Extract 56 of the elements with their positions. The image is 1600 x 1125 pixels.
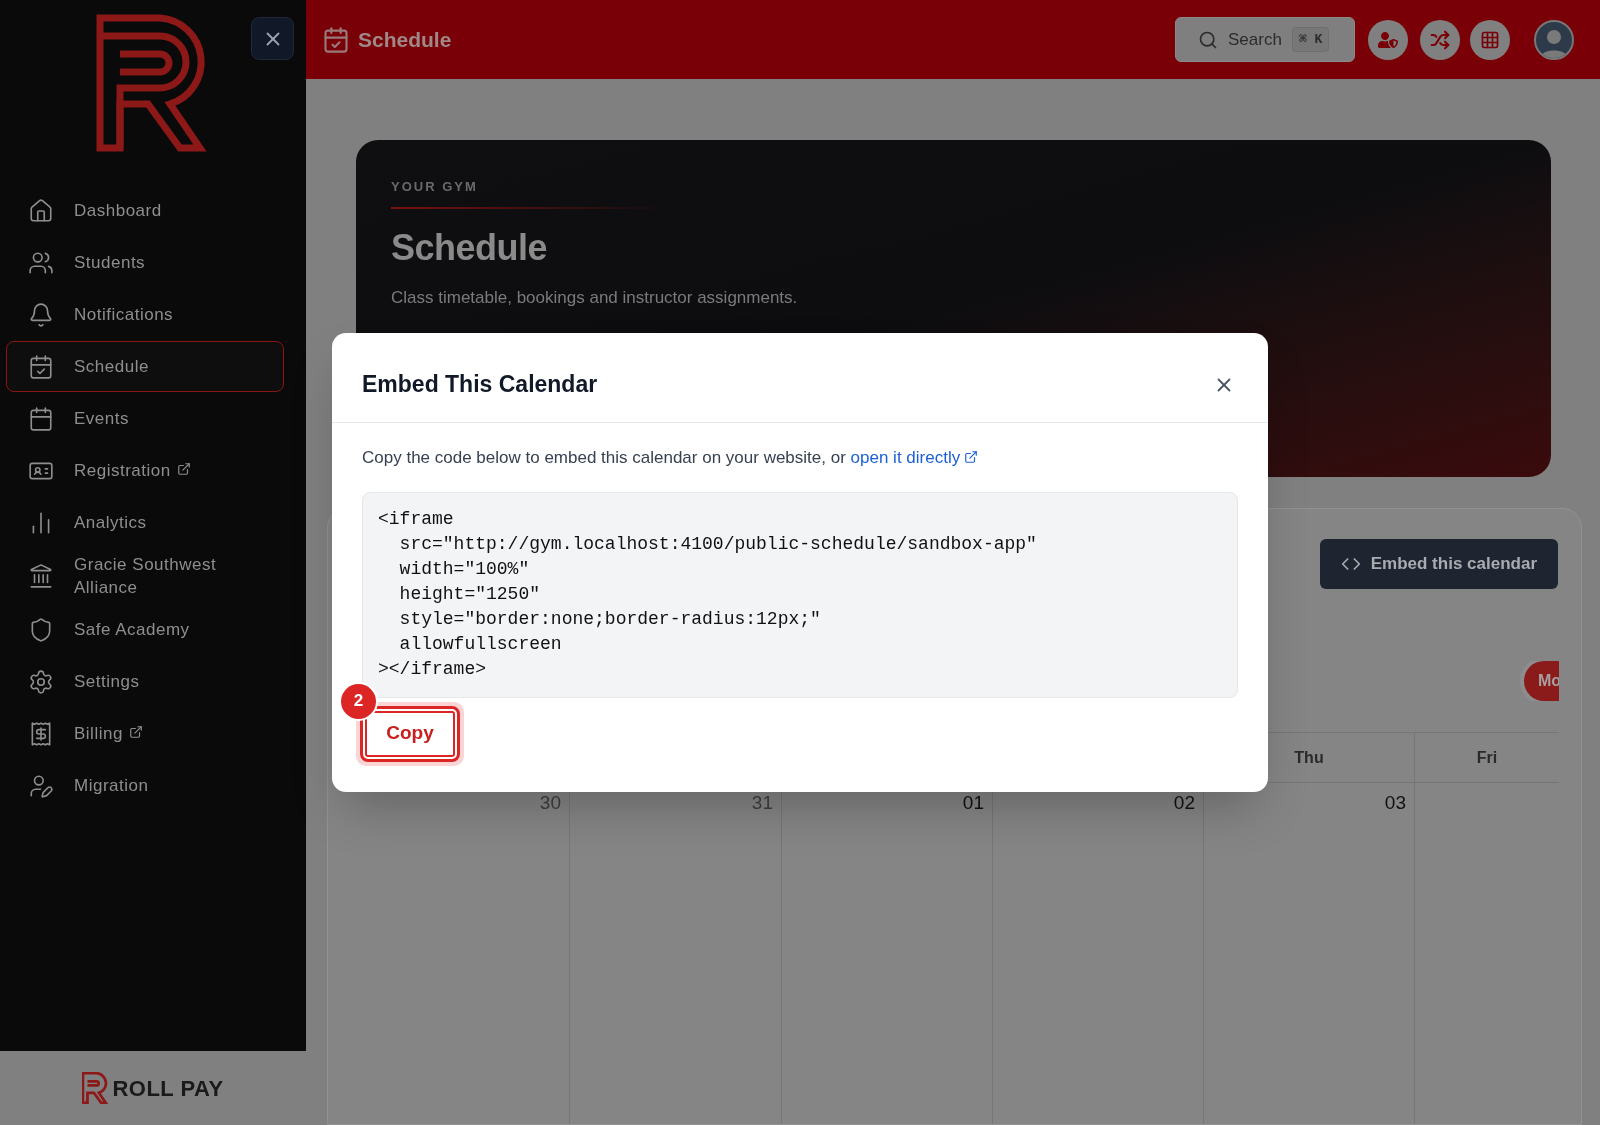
sidebar-item[interactable]: Events — [6, 393, 284, 444]
sidebar-item[interactable]: Notifications — [6, 289, 284, 340]
date-number: 01 — [962, 792, 984, 814]
date-number: 02 — [1173, 792, 1195, 814]
shortcut-key: ⌘ K — [1291, 26, 1330, 53]
external-link-icon — [964, 450, 979, 464]
calendar-check-icon — [322, 25, 350, 54]
search-button[interactable]: Search ⌘ K — [1175, 17, 1355, 62]
dialog-title: Embed This Calendar — [362, 370, 598, 400]
sidebar-item[interactable]: Registration — [6, 445, 284, 496]
bell-icon — [28, 301, 54, 328]
building-icon — [28, 563, 54, 589]
user-pen-icon — [28, 772, 54, 799]
calendar-icon — [28, 405, 54, 432]
day-header: Thu — [1294, 747, 1324, 768]
copy-button[interactable]: Copy — [360, 705, 460, 762]
shuffle-icon — [1430, 29, 1450, 50]
external-link-icon — [128, 725, 143, 739]
sidebar-item[interactable]: Gracie Southwest Alliance — [6, 549, 284, 603]
logo-icon — [96, 14, 210, 152]
user-shield-button[interactable] — [1368, 19, 1408, 60]
avatar-button[interactable] — [1534, 19, 1574, 60]
sidebar-item[interactable]: Schedule — [6, 341, 284, 392]
settings-icon — [28, 668, 54, 695]
hero-title: Schedule — [391, 225, 549, 270]
sidebar-item[interactable]: Students — [6, 237, 284, 288]
sidebar-item[interactable]: Dashboard — [6, 185, 284, 236]
page-title: Schedule — [358, 26, 452, 53]
date-number: 30 — [539, 792, 561, 814]
embed-calendar-button[interactable]: Embed this calendar — [1319, 539, 1558, 589]
open-directly-link[interactable]: open it directly — [850, 448, 979, 467]
grid-button[interactable] — [1470, 19, 1510, 60]
users-icon — [28, 249, 54, 276]
sidebar-item[interactable]: Analytics — [6, 497, 284, 548]
step-badge: 2 — [341, 683, 376, 719]
logo-icon — [82, 1072, 109, 1104]
sidebar-item[interactable]: Safe Academy — [6, 604, 284, 655]
sidebar-item[interactable]: Settings — [6, 656, 284, 707]
eyebrow-label: YOUR GYM — [391, 178, 479, 196]
close-sidebar-button[interactable] — [251, 17, 294, 60]
user-shield-icon — [1378, 29, 1398, 50]
hero-subtitle: Class timetable, bookings and instructor assignments. — [391, 286, 799, 309]
dialog-description: Copy the code below to embed this calendar on your website, or open it directly — [362, 445, 1238, 471]
search-icon — [1198, 29, 1218, 50]
brand-name: ROLL PAY — [112, 1074, 224, 1103]
date-number: 03 — [1384, 792, 1406, 814]
embed-code-block: <iframe src="http://gym.localhost:4100/public-schedule/sandbox-app" width="100%" height="1250" style="border:none;border-radius:12px;" allowfullscreen ></iframe> — [362, 491, 1238, 698]
external-link-icon — [176, 462, 191, 476]
calendar-check-icon — [28, 353, 54, 380]
shuffle-button[interactable] — [1420, 19, 1460, 60]
sidebar-item[interactable]: Billing — [6, 708, 284, 759]
day-header: Fri — [1476, 747, 1498, 768]
sidebar-item[interactable]: Migration — [6, 760, 284, 811]
date-number: 31 — [751, 792, 773, 814]
home-icon — [28, 197, 54, 224]
grid-icon — [1480, 29, 1500, 50]
